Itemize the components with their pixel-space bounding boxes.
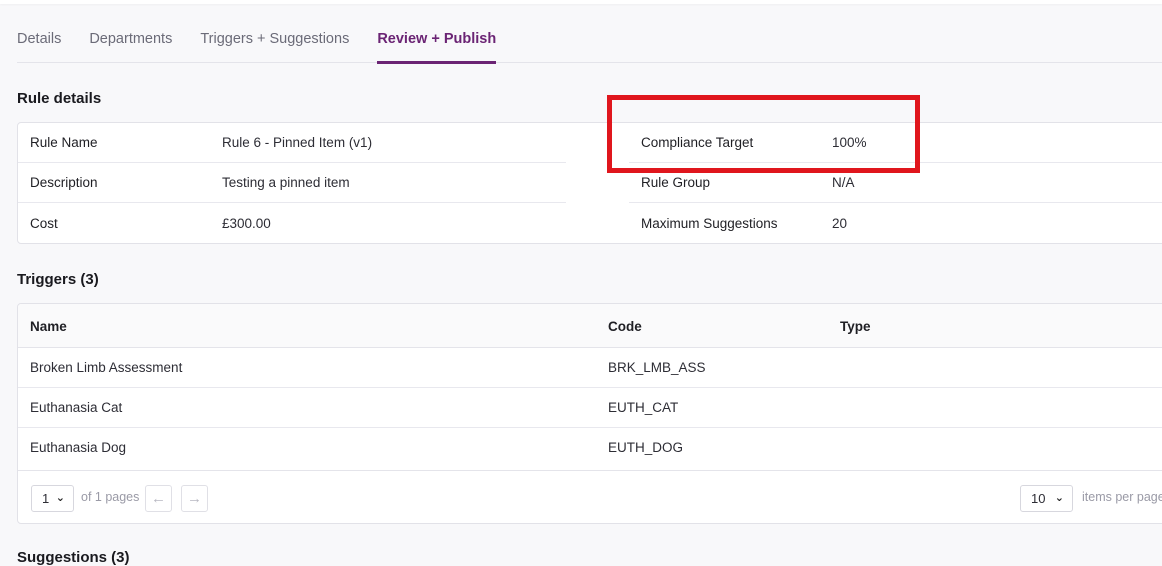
per-page-select-value: 10 xyxy=(1031,491,1046,506)
top-bar xyxy=(0,0,1162,4)
cell-code: BRK_LMB_ASS xyxy=(608,360,706,375)
per-page-select[interactable]: 10 ⌄ xyxy=(1020,485,1073,512)
tab-bar: Details Departments Triggers + Suggestio… xyxy=(17,24,1162,64)
triggers-title: Triggers (3) xyxy=(17,271,99,288)
detail-row-maximum-suggestions: Maximum Suggestions 20 xyxy=(629,203,1162,243)
detail-value: £300.00 xyxy=(222,215,271,231)
detail-value: N/A xyxy=(832,175,855,190)
detail-row-rule-name: Rule Name Rule 6 - Pinned Item (v1) xyxy=(18,123,566,163)
tab-departments[interactable]: Departments xyxy=(89,24,172,63)
next-page-button[interactable]: → xyxy=(181,485,208,512)
detail-value: Testing a pinned item xyxy=(222,175,350,190)
suggestions-title: Suggestions (3) xyxy=(17,549,130,566)
detail-row-cost: Cost £300.00 xyxy=(18,203,566,243)
cell-name: Euthanasia Cat xyxy=(30,400,123,415)
detail-key: Rule Group xyxy=(641,175,711,190)
detail-key: Maximum Suggestions xyxy=(641,215,778,231)
column-header-name[interactable]: Name xyxy=(30,319,67,334)
detail-key: Description xyxy=(30,175,98,190)
detail-key: Cost xyxy=(30,215,58,231)
column-header-type[interactable]: Type xyxy=(840,319,871,334)
tab-triggers-suggestions[interactable]: Triggers + Suggestions xyxy=(200,24,349,63)
cell-name: Broken Limb Assessment xyxy=(30,360,183,375)
column-header-code[interactable]: Code xyxy=(608,319,642,334)
table-row[interactable]: Euthanasia Cat EUTH_CAT xyxy=(18,388,1162,428)
pagination-bar: 1 ⌄ of 1 pages ← → 10 ⌄ items per page xyxy=(18,470,1162,525)
detail-key: Rule Name xyxy=(30,135,98,150)
page-select[interactable]: 1 ⌄ xyxy=(31,485,74,512)
cell-code: EUTH_DOG xyxy=(608,440,684,455)
cell-code: EUTH_CAT xyxy=(608,400,679,415)
page-select-value: 1 xyxy=(42,491,50,506)
table-row[interactable]: Euthanasia Dog EUTH_DOG xyxy=(18,428,1162,468)
chevron-down-icon: ⌄ xyxy=(55,492,65,504)
triggers-table: Name Code Type Broken Limb Assessment BR… xyxy=(17,303,1162,524)
tab-review-publish[interactable]: Review + Publish xyxy=(377,24,496,64)
per-page-label: items per page xyxy=(1082,490,1162,504)
prev-page-button[interactable]: ← xyxy=(145,485,172,512)
table-header: Name Code Type xyxy=(18,304,1162,348)
cell-name: Euthanasia Dog xyxy=(30,440,127,455)
rule-details-card: Rule Name Rule 6 - Pinned Item (v1) Desc… xyxy=(17,122,1162,244)
chevron-down-icon: ⌄ xyxy=(1054,492,1064,504)
tab-details[interactable]: Details xyxy=(17,24,61,63)
arrow-left-icon: ← xyxy=(151,490,166,507)
arrow-right-icon: → xyxy=(187,490,202,507)
page-count-text: of 1 pages xyxy=(81,490,140,504)
detail-value: 20 xyxy=(832,215,848,231)
detail-row-description: Description Testing a pinned item xyxy=(18,163,566,203)
highlight-box xyxy=(607,95,920,173)
rule-details-title: Rule details xyxy=(17,90,102,107)
detail-value: Rule 6 - Pinned Item (v1) xyxy=(222,135,373,150)
table-row[interactable]: Broken Limb Assessment BRK_LMB_ASS xyxy=(18,348,1162,388)
